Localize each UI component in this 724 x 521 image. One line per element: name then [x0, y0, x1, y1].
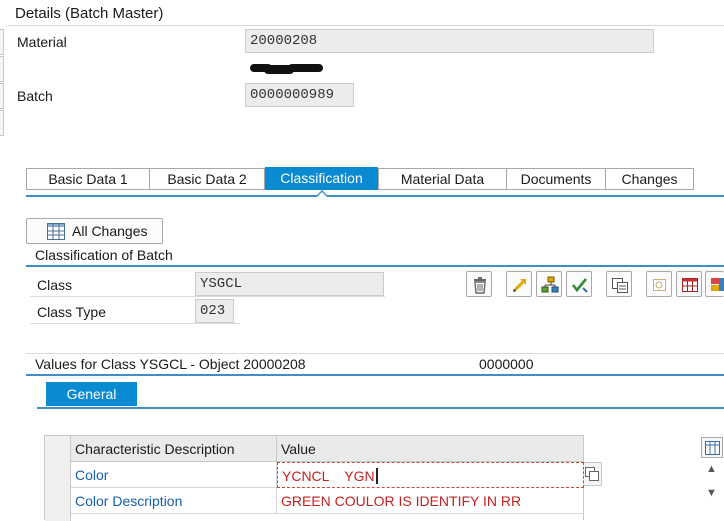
class-field[interactable]: YSGCL: [195, 272, 384, 296]
color-view-button[interactable]: [705, 271, 724, 297]
value-input-color[interactable]: YCNCL YGN: [277, 462, 584, 488]
section-header-details: Details (Batch Master): [8, 0, 724, 26]
column-header-description[interactable]: Characteristic Description: [71, 436, 277, 462]
copy-button[interactable]: [606, 271, 632, 297]
delete-button[interactable]: [466, 271, 492, 297]
tab-changes[interactable]: Changes: [605, 168, 694, 190]
tab-basic-data-1[interactable]: Basic Data 1: [26, 168, 150, 190]
check-button[interactable]: [566, 271, 592, 297]
material-field[interactable]: 20000208: [245, 29, 654, 53]
left-pane-handle[interactable]: [0, 83, 4, 109]
redacted-description: [250, 63, 323, 75]
classification-section-header: Classification of Batch: [26, 245, 724, 267]
page-title: Details (Batch Master): [15, 5, 164, 22]
values-section-title: Values for Class YSGCL - Object 20000208: [35, 356, 306, 372]
change-button[interactable]: [506, 271, 532, 297]
left-pane-handle[interactable]: [0, 29, 4, 55]
all-changes-label: All Changes: [72, 223, 148, 239]
batch-label: Batch: [17, 88, 53, 104]
row-divider: [30, 296, 385, 297]
all-changes-button[interactable]: All Changes: [26, 218, 163, 244]
left-pane-handle[interactable]: [0, 56, 4, 82]
value-color-description[interactable]: GREEN COULOR IS IDENTIFY IN RR: [277, 488, 584, 514]
tab-basic-data-2[interactable]: Basic Data 2: [149, 168, 265, 190]
table-settings-icon: [705, 441, 720, 458]
characteristics-table: Characteristic Description Value Color Y…: [44, 435, 584, 521]
scroll-down-icon[interactable]: ▼: [706, 487, 717, 499]
table-side-controls: ▲ ▼: [701, 437, 724, 520]
characteristic-color[interactable]: Color: [71, 462, 277, 488]
column-header-value[interactable]: Value: [277, 436, 583, 462]
left-pane-handle[interactable]: [0, 110, 4, 136]
values-section-header: Values for Class YSGCL - Object 20000208…: [26, 353, 724, 376]
class-type-field[interactable]: 023: [195, 299, 234, 323]
tab-documents[interactable]: Documents: [506, 168, 606, 190]
value-text: YCNCL YGN: [282, 468, 375, 484]
tab-material-data[interactable]: Material Data: [378, 168, 507, 190]
value-help-button[interactable]: [584, 462, 602, 486]
column-settings-button[interactable]: [701, 437, 723, 458]
table-view-button[interactable]: [676, 271, 702, 297]
classification-section-title: Classification of Batch: [35, 247, 173, 263]
tab-strip: Basic Data 1 Basic Data 2 Classification…: [26, 167, 724, 197]
batch-field[interactable]: 0000000989: [245, 83, 354, 107]
text-cursor: [375, 468, 378, 484]
material-label: Material: [17, 34, 67, 50]
row-divider: [30, 323, 240, 324]
general-tab-underline: [37, 407, 724, 409]
scroll-up-icon[interactable]: ▲: [706, 463, 717, 475]
table-icon: [47, 223, 65, 243]
tab-classification[interactable]: Classification: [265, 167, 378, 190]
tab-general[interactable]: General: [46, 382, 137, 406]
copy-icon: [585, 467, 599, 484]
class-label: Class: [37, 277, 73, 293]
row-selector-column[interactable]: [45, 436, 71, 521]
values-object-number: 0000000: [479, 356, 534, 372]
class-type-label: Class Type: [37, 304, 106, 320]
characteristic-color-description[interactable]: Color Description: [71, 488, 277, 514]
hierarchy-button[interactable]: [536, 271, 562, 297]
active-tab-indicator: [315, 190, 329, 197]
find-button[interactable]: [646, 271, 672, 297]
